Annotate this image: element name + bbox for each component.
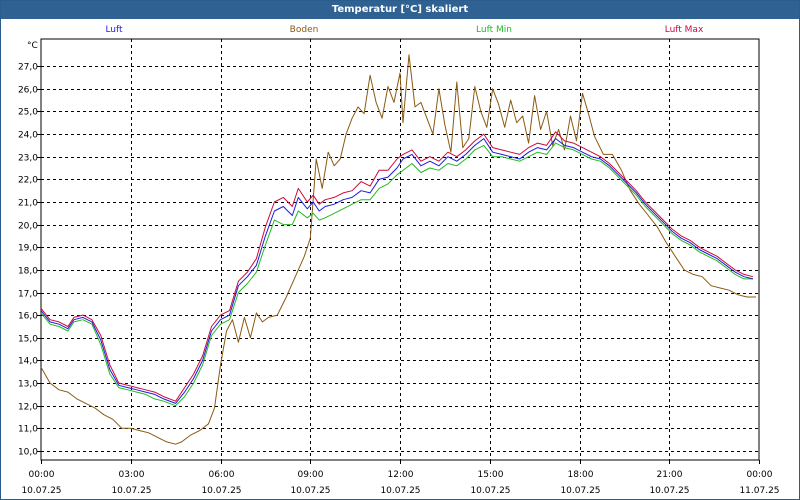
- x-tick-date: 10.07.25: [21, 486, 61, 496]
- series-group: [40, 54, 756, 445]
- x-tick-time: 03:00: [119, 470, 145, 480]
- y-tick-label: 18,0: [18, 267, 38, 277]
- x-tick-time: 21:00: [657, 470, 683, 480]
- chart-window: Temperatur [°C] skaliert Luft Boden Luft…: [0, 0, 800, 500]
- y-tick-label: 12,0: [18, 403, 38, 413]
- y-tick-label: 14,0: [18, 357, 38, 367]
- series-line-boden: [40, 54, 756, 445]
- x-tick-time: 00:00: [747, 470, 773, 480]
- y-tick-label: 25,0: [18, 108, 38, 118]
- x-tick-date: 10.07.25: [470, 486, 510, 496]
- y-tick-label: 22,0: [18, 176, 38, 186]
- y-tick-label: 24,0: [18, 131, 38, 141]
- y-tick-label: 27,0: [18, 63, 38, 73]
- y-tick-label: 19,0: [18, 244, 38, 254]
- temperature-chart: °C 10,0 11,0 12,0 13,0 14,0 15,0 16,0 17,0 18,0 1…: [18, 38, 780, 496]
- x-tick-date: 10.07.25: [111, 486, 151, 496]
- y-tick-label: 15,0: [18, 335, 38, 345]
- x-tick-date: 11.07.25: [739, 486, 779, 496]
- x-tick-time: 00:00: [29, 470, 55, 480]
- y-tick-label: 11,0: [18, 425, 38, 435]
- series-line-luft-min: [40, 142, 753, 407]
- x-tick-date: 10.07.25: [649, 486, 689, 496]
- x-tick-time: 09:00: [298, 470, 324, 480]
- y-tick-label: 13,0: [18, 380, 38, 390]
- axes: °C 10,0 11,0 12,0 13,0 14,0 15,0 16,0 17,0 18,0 1…: [18, 41, 780, 496]
- x-tick-time: 18:00: [568, 470, 594, 480]
- y-tick-label: 10,0: [18, 448, 38, 458]
- x-tick-date: 10.07.25: [380, 486, 420, 496]
- x-tick-date: 10.07.25: [290, 486, 330, 496]
- y-tick-label: 21,0: [18, 199, 38, 209]
- y-tick-label: 26,0: [18, 86, 38, 96]
- y-tick-label: 16,0: [18, 312, 38, 322]
- x-tick-time: 12:00: [388, 470, 414, 480]
- x-tick-time: 06:00: [209, 470, 235, 480]
- y-tick-label: 20,0: [18, 222, 38, 232]
- y-axis-unit: °C: [27, 41, 38, 51]
- y-tick-label: 23,0: [18, 154, 38, 164]
- y-tick-label: 17,0: [18, 290, 38, 300]
- x-tick-date: 10.07.25: [560, 486, 600, 496]
- x-tick-time: 15:00: [478, 470, 504, 480]
- grid: [40, 38, 760, 461]
- x-tick-date: 10.07.25: [201, 486, 241, 496]
